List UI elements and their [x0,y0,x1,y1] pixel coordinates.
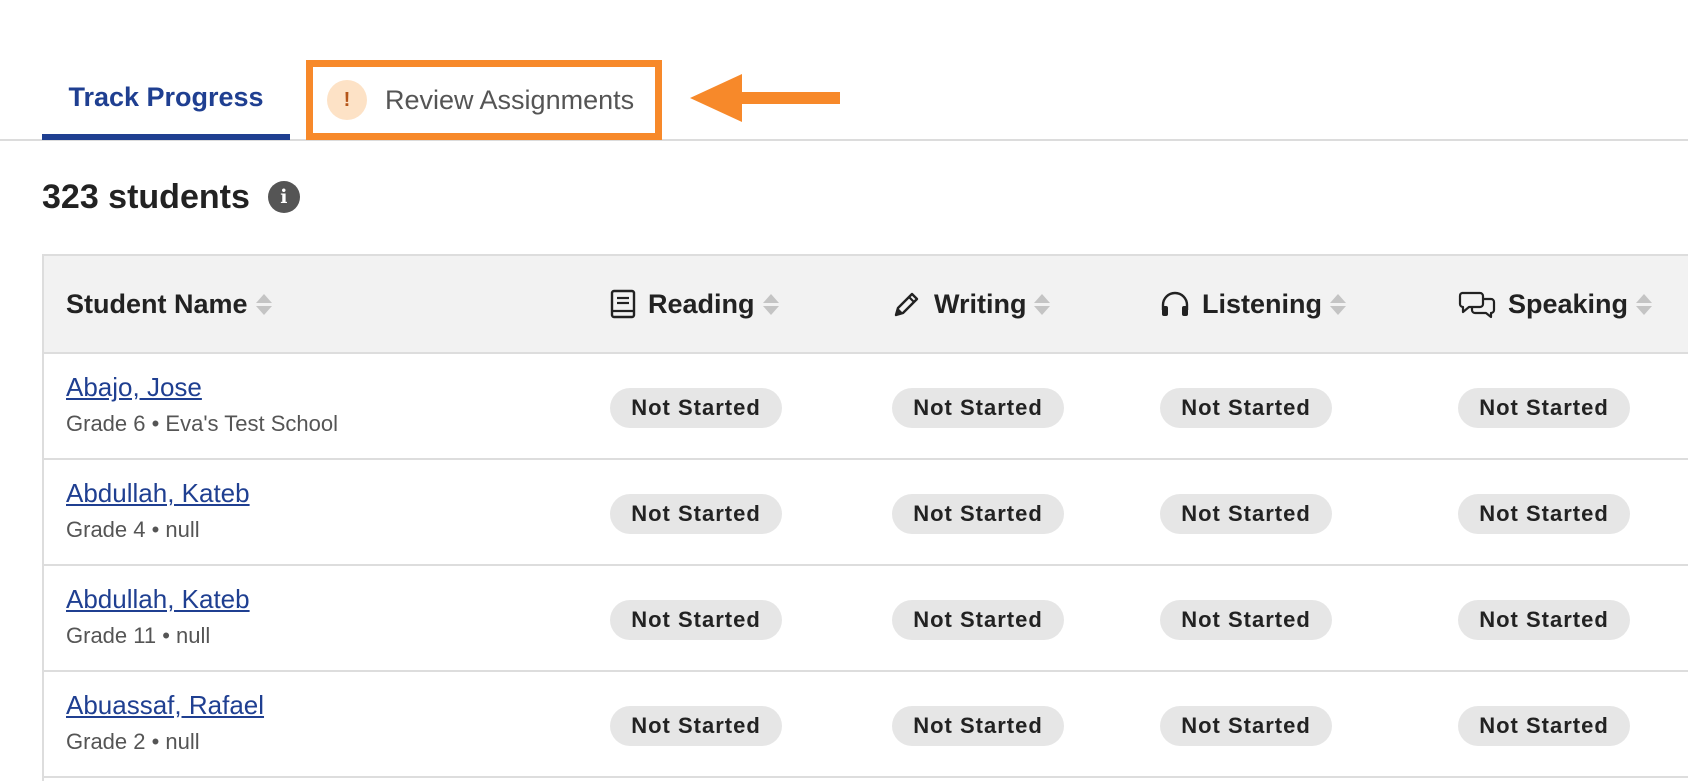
student-details: Grade 6 • Eva's Test School [66,411,338,436]
sort-icon[interactable] [762,293,779,315]
speaking-status-badge: Not Started [1458,494,1630,534]
tab-bar: Track Progress ! Review Assignments [0,0,1688,141]
writing-status-badge: Not Started [892,600,1064,640]
listening-status-badge: Not Started [1160,706,1332,746]
tab-track-progress[interactable]: Track Progress [42,60,290,140]
student-name-link[interactable]: Abdullah, Kateb [66,476,250,510]
tab-track-progress-label: Track Progress [68,81,264,112]
table-header: Student Name Reading Writing Listening S… [44,256,1688,354]
column-header-student-name[interactable]: Student Name [66,256,272,352]
students-table: Student Name Reading Writing Listening S… [42,254,1688,781]
speaking-status-badge: Not Started [1458,600,1630,640]
speaking-status-badge: Not Started [1458,706,1630,746]
writing-status-badge: Not Started [892,494,1064,534]
column-header-label: Reading [648,288,755,319]
listening-status-badge: Not Started [1160,600,1332,640]
student-details: Grade 11 • null [66,623,211,648]
student-name-cell: Abuassaf, Rafael Grade 2 • null [66,688,264,756]
column-header-label: Student Name [66,288,248,319]
reading-status-badge: Not Started [610,494,782,534]
sort-icon[interactable] [1034,293,1051,315]
speech-bubbles-icon [1458,289,1496,319]
student-details: Grade 2 • null [66,729,200,754]
student-count: 323 students [42,177,250,216]
sort-icon[interactable] [1330,293,1346,315]
pencil-icon [892,289,922,319]
table-row: Abajo, Jose Grade 6 • Eva's Test School … [44,354,1688,460]
student-details: Grade 4 • null [66,517,200,542]
column-header-listening[interactable]: Listening [1160,256,1346,352]
column-header-speaking[interactable]: Speaking [1458,256,1653,352]
writing-status-badge: Not Started [892,706,1064,746]
arrow-left-icon [690,74,840,122]
column-header-reading[interactable]: Reading [610,256,779,352]
student-name-link[interactable]: Abuassaf, Rafael [66,688,264,722]
tab-review-assignments[interactable]: ! Review Assignments [306,60,662,140]
sort-icon[interactable] [1636,293,1653,315]
writing-status-badge: Not Started [892,388,1064,428]
reading-status-badge: Not Started [610,600,782,640]
column-header-label: Writing [934,288,1027,319]
table-row: Abdullah, Kateb Grade 4 • null Not Start… [44,460,1688,566]
speaking-status-badge: Not Started [1458,388,1630,428]
column-header-writing[interactable]: Writing [892,256,1051,352]
book-icon [610,289,636,319]
tab-review-assignments-label: Review Assignments [385,84,635,115]
listening-status-badge: Not Started [1160,494,1332,534]
headphones-icon [1160,290,1190,318]
student-name-link[interactable]: Abdullah, Kateb [66,582,250,616]
student-name-link[interactable]: Abajo, Jose [66,370,338,404]
student-name-cell: Abajo, Jose Grade 6 • Eva's Test School [66,370,338,438]
listening-status-badge: Not Started [1160,388,1332,428]
column-header-label: Listening [1202,288,1322,319]
track-progress-page: Track Progress ! Review Assignments 323 … [0,0,1688,781]
sort-icon[interactable] [255,293,272,315]
student-name-cell: Abdullah, Kateb Grade 4 • null [66,476,250,544]
info-icon[interactable]: i [267,181,300,213]
table-row: Abuassaf, Rafael Grade 2 • null Not Star… [44,672,1688,778]
student-count-heading: 323 students i [42,172,300,222]
student-name-cell: Abdullah, Kateb Grade 11 • null [66,582,250,650]
exclamation-icon: ! [327,80,367,120]
table-row: Abdullah, Kateb Grade 11 • null Not Star… [44,566,1688,672]
column-header-label: Speaking [1508,288,1629,319]
reading-status-badge: Not Started [610,388,782,428]
reading-status-badge: Not Started [610,706,782,746]
